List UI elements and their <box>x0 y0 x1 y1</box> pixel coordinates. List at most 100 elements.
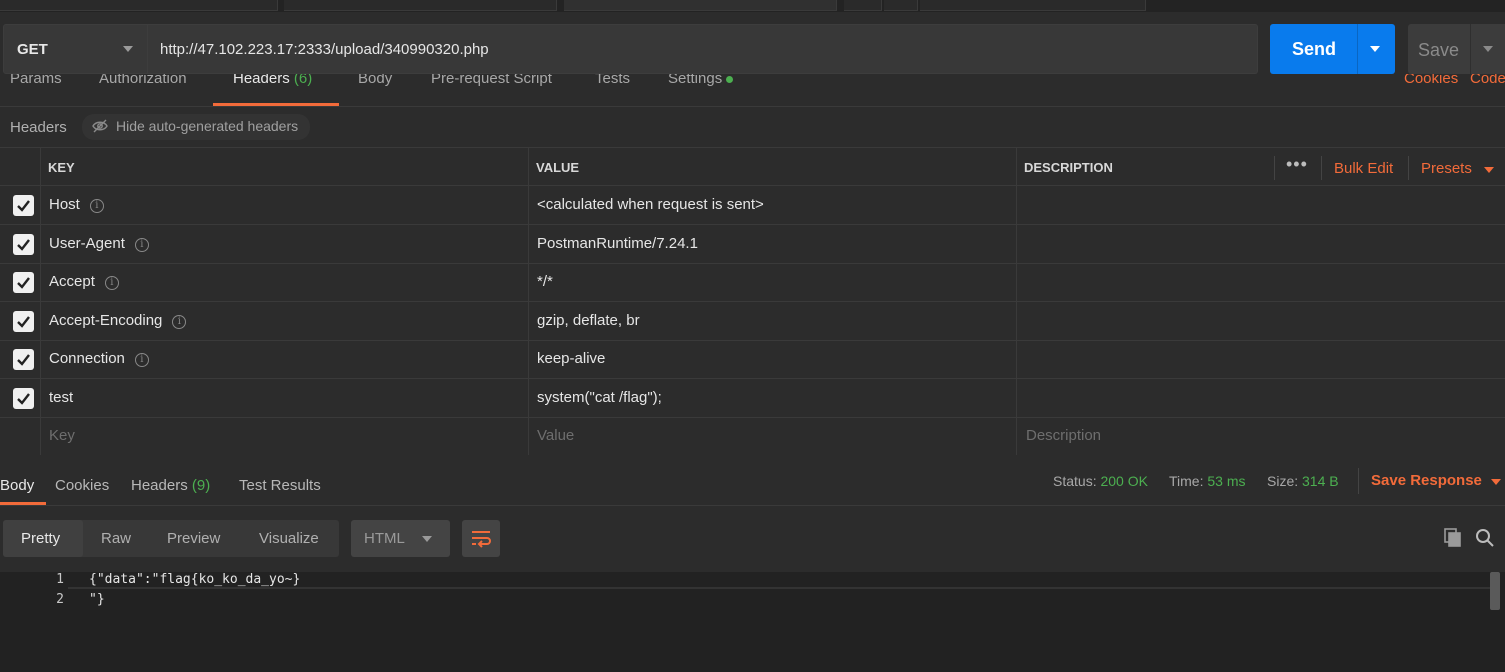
save-button[interactable]: Save <box>1408 24 1505 74</box>
tab-response-cookies[interactable]: Cookies <box>55 477 109 494</box>
header-key-text: test <box>49 388 74 406</box>
header-key: Host i <box>49 196 104 213</box>
view-mode-preview[interactable]: Preview <box>167 530 220 547</box>
view-mode-visualize[interactable]: Visualize <box>259 530 319 547</box>
active-tab-underline <box>213 103 339 106</box>
tab-body[interactable]: Body <box>358 74 392 87</box>
header-value: gzip, deflate, br <box>537 311 640 329</box>
tab-tests[interactable]: Tests <box>595 74 630 87</box>
new-description-input[interactable]: Description <box>1026 427 1101 444</box>
column-description: DESCRIPTION <box>1024 160 1113 175</box>
request-tabs: Params Authorization Headers (6) Body Pr… <box>0 74 1505 107</box>
header-key: Accept i <box>49 273 119 290</box>
header-value: */* <box>537 273 553 290</box>
more-icon[interactable]: ••• <box>1286 154 1308 175</box>
time-label: Time: <box>1169 473 1204 489</box>
check-icon <box>17 354 30 366</box>
chevron-down-icon[interactable] <box>1491 479 1501 485</box>
status-value: 200 OK <box>1100 473 1148 489</box>
row-checkbox[interactable] <box>13 349 34 370</box>
search-icon[interactable] <box>1475 528 1495 548</box>
method-select[interactable]: GET <box>3 24 148 74</box>
time-indicator[interactable]: Time: 53 ms <box>1169 473 1246 489</box>
info-icon[interactable]: i <box>172 314 187 329</box>
copy-icon[interactable] <box>1443 528 1463 548</box>
column-key: KEY <box>48 160 75 175</box>
info-icon[interactable]: i <box>104 276 119 290</box>
check-icon <box>17 238 30 251</box>
request-tab[interactable] <box>884 0 918 11</box>
response-panel: Body Cookies Headers (9) Test Results St… <box>0 455 1505 672</box>
row-checkbox[interactable] <box>13 387 34 409</box>
status-indicator[interactable]: Status: 200 OK <box>1053 473 1148 489</box>
tab-response-headers-count: (9) <box>191 477 211 494</box>
code-line: "} <box>89 592 105 607</box>
table-row: Accept-Encoding i gzip, deflate, br <box>0 301 1505 341</box>
row-checkbox[interactable] <box>13 195 34 216</box>
row-checkbox[interactable] <box>13 272 34 293</box>
request-tab[interactable] <box>284 0 557 11</box>
hide-toggle-label: Hide auto-generated headers <box>116 118 299 134</box>
cookies-link[interactable]: Cookies <box>1404 74 1458 87</box>
new-key-input[interactable]: Key <box>49 427 75 444</box>
chevron-down-icon[interactable] <box>1370 46 1380 52</box>
info-icon[interactable]: i <box>134 237 149 252</box>
headers-subbar: Headers Hide auto-generated headers <box>0 107 1505 147</box>
wrap-lines-button[interactable] <box>462 520 500 557</box>
request-tab[interactable] <box>844 0 882 11</box>
header-value: keep-alive <box>537 350 606 367</box>
tab-response-body[interactable]: Body <box>0 477 34 494</box>
request-tab[interactable] <box>920 0 1146 11</box>
size-indicator[interactable]: Size: 314 B <box>1267 473 1339 489</box>
row-checkbox[interactable] <box>13 233 34 255</box>
code-link[interactable]: Code <box>1470 74 1505 87</box>
info-icon[interactable]: i <box>89 199 104 213</box>
table-row: Host i <calculated when request is sent> <box>0 186 1505 225</box>
save-label: Save <box>1418 40 1460 60</box>
save-response-button[interactable]: Save Response <box>1371 472 1482 489</box>
view-mode-selector: Pretty Raw Preview Visualize <box>3 520 339 557</box>
chevron-down-icon[interactable] <box>1484 167 1494 173</box>
header-key: Accept-Encoding i <box>49 312 187 329</box>
headers-title: Headers <box>10 119 67 136</box>
presets-dropdown[interactable]: Presets <box>1421 160 1472 177</box>
table-row: Accept i */* <box>0 263 1505 302</box>
chevron-down-icon[interactable] <box>1483 46 1493 52</box>
format-select[interactable]: HTML <box>351 520 450 557</box>
row-checkbox[interactable] <box>13 310 34 332</box>
table-row: Connection i keep-alive <box>0 340 1505 379</box>
tab-authorization[interactable]: Authorization <box>99 74 187 87</box>
response-view-toolbar: Pretty Raw Preview Visualize HTML <box>0 520 1505 558</box>
hide-auto-generated-toggle[interactable]: Hide auto-generated headers <box>82 114 311 140</box>
method-label: GET <box>17 41 48 58</box>
tab-headers[interactable]: Headers (6) <box>233 74 312 87</box>
url-input[interactable]: http://47.102.223.17:2333/upload/3409903… <box>148 24 1258 74</box>
eye-off-icon <box>92 119 108 133</box>
check-icon <box>17 200 30 212</box>
tab-params[interactable]: Params <box>10 74 62 87</box>
code-line: {"data":"flag{ko_ko_da_yo~} <box>89 572 301 587</box>
view-mode-raw[interactable]: Raw <box>101 530 131 547</box>
request-tab-active[interactable] <box>564 0 837 11</box>
scrollbar[interactable] <box>1490 572 1500 610</box>
send-label: Send <box>1292 39 1337 59</box>
tab-test-results[interactable]: Test Results <box>239 477 321 494</box>
tab-pre-request-script[interactable]: Pre-request Script <box>431 74 552 87</box>
request-tab[interactable] <box>0 0 278 11</box>
check-icon <box>17 315 30 328</box>
header-key-text: Host <box>49 196 80 213</box>
response-body-editor[interactable]: 1 {"data":"flag{ko_ko_da_yo~} 2 "} <box>0 572 1505 672</box>
info-icon[interactable]: i <box>134 353 149 367</box>
send-button[interactable]: Send <box>1270 24 1395 74</box>
header-key-text: Accept <box>49 273 95 290</box>
line-number: 2 <box>56 592 64 607</box>
new-value-input[interactable]: Value <box>537 427 574 444</box>
tab-headers-count: (6) <box>293 74 313 87</box>
request-tab-strip <box>0 0 1505 12</box>
chevron-down-icon <box>123 46 133 52</box>
bulk-edit-button[interactable]: Bulk Edit <box>1334 160 1393 177</box>
view-mode-pretty[interactable]: Pretty <box>21 530 60 547</box>
tab-settings[interactable]: Settings <box>668 74 734 87</box>
tab-headers-label: Headers <box>233 74 290 87</box>
tab-response-headers[interactable]: Headers (9) <box>131 477 210 494</box>
